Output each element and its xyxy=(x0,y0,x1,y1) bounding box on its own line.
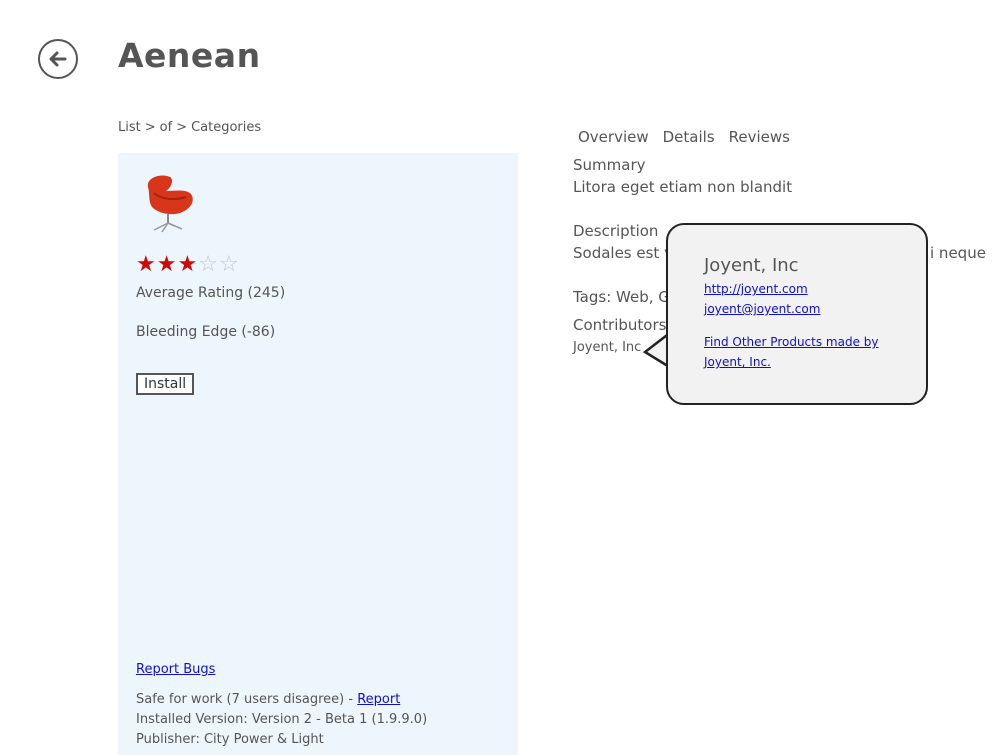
callout-email-wrap: joyent@joyent.com xyxy=(704,302,820,316)
description-heading: Description xyxy=(573,222,659,240)
publisher: Publisher: City Power & Light xyxy=(136,732,324,747)
star-filled-icon: ★ xyxy=(156,252,177,277)
star-filled-icon: ★ xyxy=(177,252,198,277)
back-arrow-icon xyxy=(49,51,67,67)
star-filled-icon: ★ xyxy=(136,252,156,277)
callout-title: Joyent, Inc xyxy=(704,255,799,276)
tab-overview[interactable]: Overview xyxy=(578,128,649,146)
install-button[interactable]: Install xyxy=(136,373,195,395)
breadcrumb-separator: > xyxy=(144,120,156,135)
breadcrumb-item-list[interactable]: List xyxy=(118,120,141,135)
product-summary-panel: ★ ★ ★ ☆ ☆ Average Rating (245) Bleeding Edge… xyxy=(118,153,518,755)
report-link[interactable]: Report xyxy=(357,692,400,707)
star-empty-icon: ☆ xyxy=(198,252,218,277)
contributor-callout: Joyent, Inc http://joyent.com joyent@joy… xyxy=(666,223,928,405)
safe-for-work-line: Safe for work (7 users disagree) - Repor… xyxy=(136,690,427,710)
description-text: Sodales est v xyxy=(573,244,673,262)
product-chair-image xyxy=(147,175,193,233)
star-empty-icon: ☆ xyxy=(218,252,239,277)
summary-text: Litora eget etiam non blandit xyxy=(573,178,793,196)
breadcrumb: List > of > Categories xyxy=(118,120,261,135)
breadcrumb-item-of[interactable]: of xyxy=(160,120,173,135)
report-bugs-link[interactable]: Report Bugs xyxy=(136,662,215,677)
summary-heading: Summary xyxy=(573,156,646,174)
back-button[interactable] xyxy=(38,39,78,79)
page-title: Aenean xyxy=(118,36,261,75)
bleeding-edge-score: Bleeding Edge (-86) xyxy=(136,324,276,340)
callout-find-other-wrap: Find Other Products made by Joyent, Inc. xyxy=(704,332,894,372)
callout-website-wrap: http://joyent.com xyxy=(704,282,808,296)
tab-reviews[interactable]: Reviews xyxy=(729,128,790,146)
website-link[interactable]: http://joyent.com xyxy=(704,282,808,296)
breadcrumb-separator: > xyxy=(176,120,188,135)
product-meta: Safe for work (7 users disagree) - Repor… xyxy=(136,690,427,750)
find-other-products-link[interactable]: Find Other Products made by Joyent, Inc. xyxy=(704,335,879,369)
description-text-end: i neque xyxy=(930,244,986,262)
report-bugs-link-wrap: Report Bugs xyxy=(136,662,215,677)
tab-details[interactable]: Details xyxy=(663,128,715,146)
breadcrumb-item-categories[interactable]: Categories xyxy=(191,120,261,135)
contributor-name[interactable]: Joyent, Inc xyxy=(573,340,641,355)
average-rating: Average Rating (245) xyxy=(136,285,286,301)
app-page: Aenean List > of > Categories ★ ★ ★ ☆ ☆ Average … xyxy=(0,0,999,755)
installed-version: Installed Version: Version 2 - Beta 1 (1… xyxy=(136,712,428,727)
detail-tabs: Overview Details Reviews xyxy=(578,128,790,146)
safe-for-work-text: Safe for work (7 users disagree) - xyxy=(136,692,358,707)
email-link[interactable]: joyent@joyent.com xyxy=(704,302,820,316)
star-rating: ★ ★ ★ ☆ ☆ xyxy=(136,253,239,277)
tags-text: Tags: Web, Go xyxy=(573,288,680,306)
